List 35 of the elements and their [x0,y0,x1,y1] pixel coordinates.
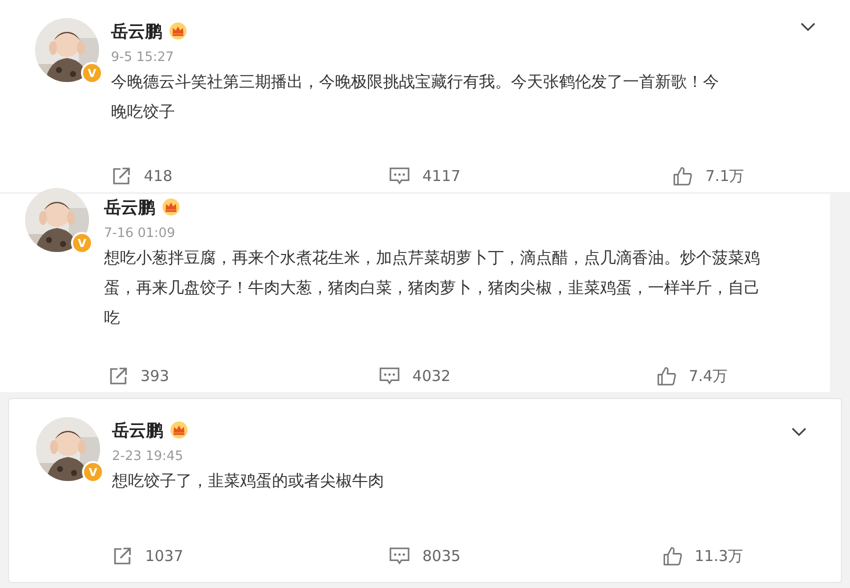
chevron-down-icon[interactable] [791,427,807,437]
comment-icon [389,166,410,186]
post-text: 今晚德云斗笑社第三期播出，今晚极限挑战宝藏行有我。今天张鹤伦发了一首新歌！今晚吃饺子 [111,71,720,123]
author-name[interactable]: 岳云鹏 [111,20,162,42]
share-button[interactable]: 418 [0,164,284,188]
thumbs-up-icon [672,166,694,186]
post-time: 7-16 01:09 [104,226,176,241]
comment-button[interactable]: 4032 [276,364,554,388]
author-name[interactable]: 岳云鹏 [104,196,155,218]
post-text: 想吃饺子了，韭菜鸡蛋的或者尖椒牛肉 [112,470,385,492]
verified-badge: V [71,232,93,254]
post-time: 9-5 15:27 [111,50,175,65]
comment-button[interactable]: 8035 [286,544,564,568]
chevron-down-icon[interactable] [800,22,816,32]
like-button[interactable]: 11.3万 [564,544,841,568]
verified-badge: V [81,62,103,84]
thumbs-up-icon [662,546,683,566]
crown-icon [170,421,188,439]
share-icon [108,366,129,386]
post-time: 2-23 19:45 [112,449,184,464]
share-button[interactable]: 1037 [9,544,286,568]
share-icon [110,166,132,186]
like-button[interactable]: 7.4万 [553,364,830,388]
crown-icon [162,198,180,216]
author-name[interactable]: 岳云鹏 [112,418,163,442]
comment-icon [379,366,400,386]
verified-badge: V [82,461,104,483]
like-button[interactable]: 7.1万 [566,164,850,188]
share-button[interactable]: 393 [0,364,277,388]
thumbs-up-icon [656,366,677,386]
crown-icon [169,22,187,40]
post-text: 想吃小葱拌豆腐，再来个水煮花生米，加点芹菜胡萝卜丁，滴点醋，点几滴香油。炒个菠菜鸡蛋，再来几盘饺子！牛肉大葱，猪肉白菜，猪肉萝卜，猪肉尖椒，韭菜鸡蛋，一样半斤，自己吃 [104,247,761,329]
comment-icon [389,546,410,566]
comment-button[interactable]: 4117 [283,164,567,188]
share-icon [112,546,134,566]
